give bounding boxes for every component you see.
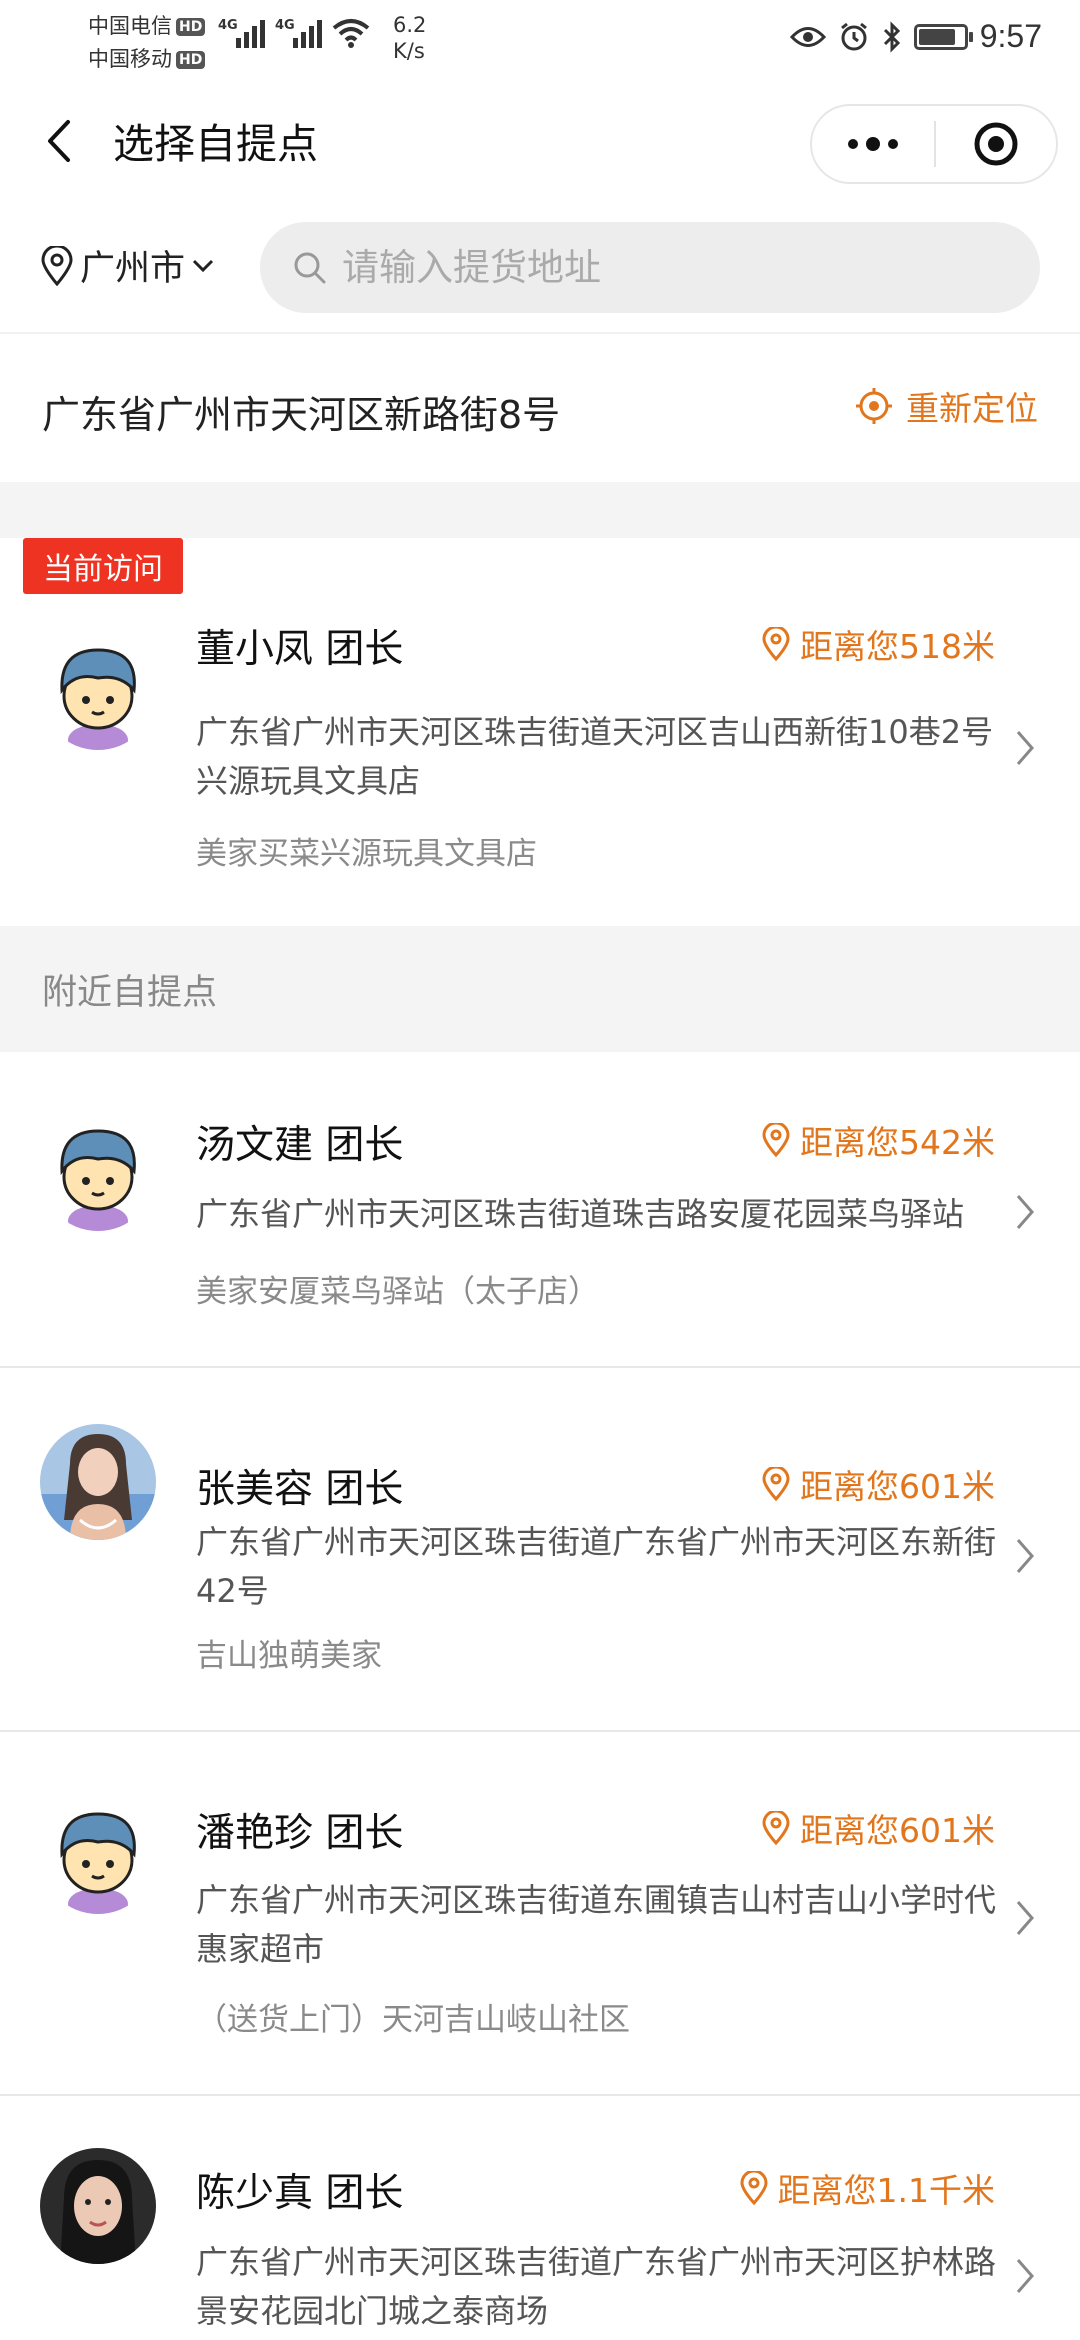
hd-badge: HD bbox=[176, 17, 206, 36]
search-icon bbox=[294, 252, 326, 283]
back-button[interactable] bbox=[34, 116, 84, 166]
hd-badge: HD bbox=[176, 50, 206, 69]
cartoon-avatar-icon bbox=[40, 1798, 156, 1914]
distance-text: 距离您1.1千米 bbox=[777, 2171, 995, 2210]
relocate-button[interactable]: 重新定位 bbox=[854, 382, 1038, 430]
distance-text: 距离您518米 bbox=[800, 627, 995, 666]
network-type-label: 4G bbox=[218, 18, 238, 33]
eye-icon bbox=[789, 26, 826, 47]
speed-value: 6.2 bbox=[393, 13, 427, 37]
avatar bbox=[40, 2148, 156, 2264]
city-selector[interactable]: 广州市 bbox=[40, 240, 215, 291]
battery-icon bbox=[913, 23, 973, 50]
location-pin-icon bbox=[41, 245, 73, 286]
cartoon-avatar-icon bbox=[40, 1115, 156, 1231]
leader-name: 汤文建 团长 bbox=[196, 1123, 404, 1168]
location-pin-icon bbox=[762, 1467, 790, 1501]
distance-text: 距离您601米 bbox=[800, 1811, 995, 1850]
point-address: 广东省广州市天河区珠吉街道珠吉路安厦花园菜鸟驿站 bbox=[196, 1195, 965, 1233]
signal-icons: 4G 4G bbox=[218, 18, 370, 48]
location-pin-icon bbox=[762, 627, 790, 661]
nearby-section-header: 附近自提点 bbox=[0, 926, 1080, 1052]
distance-badge: 距离您601米 bbox=[762, 1460, 995, 1508]
shop-name: 吉山独萌美家 bbox=[196, 1638, 382, 1674]
network-speed: 6.2 K/s bbox=[393, 12, 426, 64]
bluetooth-icon bbox=[883, 20, 900, 53]
location-pin-icon bbox=[762, 1123, 790, 1157]
section-gap bbox=[0, 482, 1080, 538]
carrier-info: 中国电信 HD 中国移动 HD bbox=[88, 10, 206, 76]
nav-bar: 选择自提点 bbox=[0, 96, 1080, 192]
location-pin-icon bbox=[762, 1811, 790, 1845]
more-button[interactable] bbox=[812, 106, 934, 182]
relocate-label: 重新定位 bbox=[906, 389, 1038, 428]
carrier-2: 中国移动 bbox=[88, 47, 172, 71]
chevron-down-icon bbox=[192, 259, 214, 272]
leader-name: 董小凤 团长 bbox=[196, 627, 404, 672]
distance-badge: 距离您518米 bbox=[762, 620, 995, 668]
shop-name: 美家安厦菜鸟驿站（太子店） bbox=[196, 1274, 599, 1310]
distance-badge: 距离您1.1千米 bbox=[740, 2164, 995, 2212]
distance-badge: 距离您601米 bbox=[762, 1804, 995, 1852]
leader-name: 陈少真 团长 bbox=[196, 2171, 404, 2216]
mini-program-capsule bbox=[810, 104, 1058, 184]
point-address: 广东省广州市天河区珠吉街道广东省广州市天河区东新街42号 bbox=[196, 1523, 997, 1610]
point-address: 广东省广州市天河区珠吉街道广东省广州市天河区护林路景安花园北门城之泰商场 bbox=[196, 2243, 997, 2330]
section-title: 附近自提点 bbox=[42, 973, 218, 1013]
wifi-icon bbox=[332, 19, 370, 48]
chevron-right-icon bbox=[1016, 1901, 1034, 1935]
search-row: 广州市 bbox=[0, 220, 1080, 315]
current-point-card[interactable]: 董小凤 团长 距离您518米 广东省广州市天河区珠吉街道天河区吉山西新街10巷2… bbox=[0, 538, 1080, 926]
search-input[interactable] bbox=[342, 246, 992, 289]
status-right: 9:57 bbox=[789, 18, 1042, 55]
current-visit-tag: 当前访问 bbox=[23, 538, 183, 594]
pickup-point-item[interactable]: 张美容 团长 距离您601米 广东省广州市天河区珠吉街道广东省广州市天河区东新街… bbox=[0, 1368, 1080, 1732]
chevron-left-icon bbox=[48, 120, 70, 162]
leader-name: 张美容 团长 bbox=[196, 1467, 404, 1512]
pickup-point-item[interactable]: 汤文建 团长 距离您542米 广东省广州市天河区珠吉街道珠吉路安厦花园菜鸟驿站 … bbox=[0, 1052, 1080, 1368]
photo-avatar-icon bbox=[40, 1424, 156, 1540]
distance-text: 距离您601米 bbox=[800, 1467, 995, 1506]
target-icon bbox=[974, 122, 1018, 166]
avatar bbox=[40, 634, 156, 750]
carrier-1: 中国电信 bbox=[88, 14, 172, 38]
chevron-right-icon bbox=[1016, 1195, 1034, 1229]
clock: 9:57 bbox=[979, 18, 1042, 54]
avatar bbox=[40, 1115, 156, 1231]
leader-name: 潘艳珍 团长 bbox=[196, 1811, 404, 1856]
search-box[interactable] bbox=[260, 222, 1040, 313]
avatar bbox=[40, 1798, 156, 1914]
pickup-point-item[interactable]: 陈少真 团长 距离您1.1千米 广东省广州市天河区珠吉街道广东省广州市天河区护林… bbox=[0, 2096, 1080, 2340]
avatar bbox=[40, 1424, 156, 1540]
chevron-right-icon bbox=[1016, 1539, 1034, 1573]
photo-avatar-icon bbox=[40, 2148, 156, 2264]
signal-icon: 4G bbox=[218, 18, 265, 48]
point-address: 广东省广州市天河区珠吉街道天河区吉山西新街10巷2号兴源玩具文具店 bbox=[196, 713, 994, 800]
pickup-point-item[interactable]: 潘艳珍 团长 距离您601米 广东省广州市天河区珠吉街道东圃镇吉山村吉山小学时代… bbox=[0, 1732, 1080, 2096]
chevron-right-icon bbox=[1016, 731, 1034, 765]
point-address: 广东省广州市天河区珠吉街道东圃镇吉山村吉山小学时代惠家超市 bbox=[196, 1881, 997, 1968]
shop-name: （送货上门）天河吉山岐山社区 bbox=[196, 2002, 630, 2038]
page-title: 选择自提点 bbox=[113, 120, 318, 168]
close-miniprogram-button[interactable] bbox=[936, 106, 1056, 182]
city-name: 广州市 bbox=[80, 249, 186, 289]
shop-name: 美家买菜兴源玩具文具店 bbox=[196, 836, 537, 872]
chevron-right-icon bbox=[1016, 2259, 1034, 2293]
distance-badge: 距离您542米 bbox=[762, 1116, 995, 1164]
cartoon-avatar-icon bbox=[40, 634, 156, 750]
signal-icon: 4G bbox=[275, 18, 322, 48]
status-bar: 中国电信 HD 中国移动 HD 4G 4G 6.2 K/s 9:57 bbox=[0, 0, 1080, 80]
locate-target-icon bbox=[856, 388, 892, 424]
location-pin-icon bbox=[740, 2171, 768, 2205]
more-dots-icon bbox=[848, 137, 898, 151]
current-location-row: 广东省广州市天河区新路街8号 重新定位 bbox=[0, 332, 1080, 482]
alarm-icon bbox=[840, 22, 867, 50]
distance-text: 距离您542米 bbox=[800, 1123, 995, 1162]
current-address: 广东省广州市天河区新路街8号 bbox=[42, 393, 561, 437]
speed-unit: K/s bbox=[393, 39, 425, 63]
network-type-label: 4G bbox=[275, 18, 295, 33]
